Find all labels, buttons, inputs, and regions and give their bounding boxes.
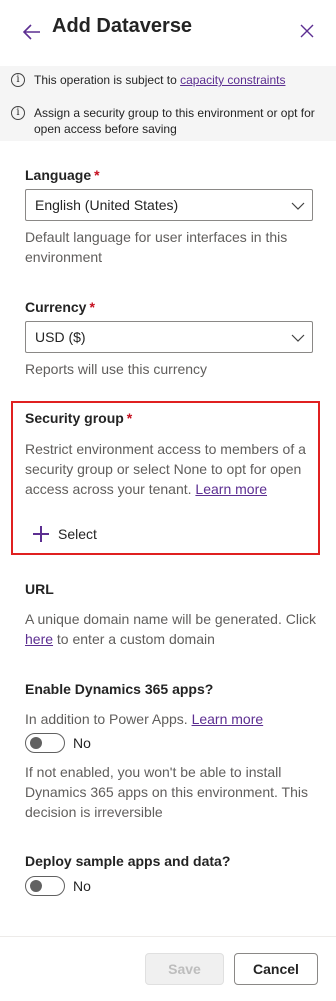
chevron-down-icon (291, 334, 305, 342)
cancel-button[interactable]: Cancel (234, 953, 318, 985)
dynamics-description: In addition to Power Apps. Learn more (25, 711, 264, 727)
capacity-constraints-link[interactable]: capacity constraints (180, 73, 285, 87)
language-description: Default language for user interfaces in … (25, 229, 288, 265)
chevron-down-icon (291, 202, 305, 210)
dynamics-toggle[interactable] (25, 733, 65, 753)
toggle-knob (30, 880, 42, 892)
custom-domain-link[interactable]: here (25, 631, 53, 647)
info-icon: i (11, 73, 25, 87)
back-button[interactable] (20, 20, 44, 44)
footer-divider (0, 936, 336, 937)
dynamics-note: If not enabled, you won't be able to ins… (25, 764, 308, 820)
select-security-group-button[interactable]: Select (33, 521, 97, 547)
dynamics-toggle-state: No (73, 735, 91, 751)
sample-apps-toggle-state: No (73, 878, 91, 894)
url-description: A unique domain name will be generated. … (25, 611, 317, 647)
plus-icon (33, 526, 49, 542)
security-learn-more-link[interactable]: Learn more (195, 481, 267, 497)
sample-apps-label: Deploy sample apps and data? (25, 853, 231, 869)
language-value: English (United States) (35, 197, 179, 213)
save-button[interactable]: Save (145, 953, 224, 985)
info-text: Assign a security group to this environm… (34, 106, 315, 136)
select-label: Select (58, 526, 97, 542)
close-icon (300, 24, 314, 38)
security-group-description: Restrict environment access to members o… (25, 441, 306, 497)
info-message-capacity: i This operation is subject to capacity … (11, 72, 285, 88)
close-button[interactable] (296, 20, 318, 42)
currency-description: Reports will use this currency (25, 361, 208, 377)
language-label: Language * (25, 167, 100, 183)
security-group-label: Security group * (25, 410, 133, 426)
arrow-left-icon (23, 24, 40, 40)
toggle-knob (30, 737, 42, 749)
info-text: This operation is subject to (34, 73, 181, 87)
language-dropdown[interactable]: English (United States) (25, 189, 313, 221)
currency-value: USD ($) (35, 329, 86, 345)
required-marker: * (89, 299, 95, 315)
dynamics-learn-more-link[interactable]: Learn more (192, 711, 264, 727)
url-label: URL (25, 581, 54, 597)
info-icon: i (11, 106, 25, 120)
sample-apps-toggle[interactable] (25, 876, 65, 896)
currency-label: Currency * (25, 299, 95, 315)
required-marker: * (94, 167, 100, 183)
panel-title: Add Dataverse (52, 15, 193, 37)
panel-header: Add Dataverse (0, 0, 336, 60)
currency-dropdown[interactable]: USD ($) (25, 321, 313, 353)
info-message-security: i Assign a security group to this enviro… (11, 105, 327, 137)
required-marker: * (126, 410, 133, 426)
dynamics-label: Enable Dynamics 365 apps? (25, 681, 214, 697)
